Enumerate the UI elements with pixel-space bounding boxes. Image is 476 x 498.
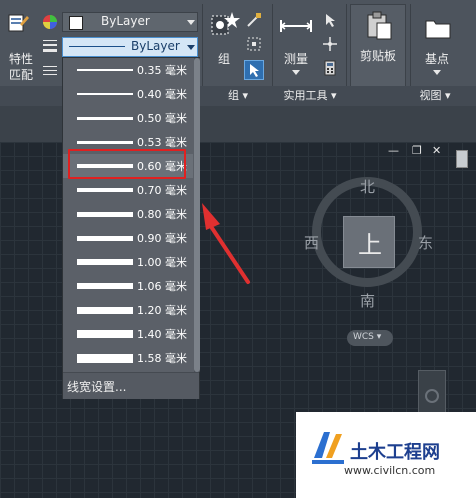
compass-south[interactable]: 南 (360, 290, 375, 311)
group-button[interactable]: 组 (206, 8, 242, 68)
lineweight-option[interactable]: 0.90 毫米 (63, 226, 193, 250)
watermark-url: www.civilcn.com (344, 464, 436, 477)
compass-north[interactable]: 北 (360, 176, 375, 197)
restore-button[interactable]: ❐ (412, 144, 422, 157)
folder-icon (424, 16, 452, 40)
point-icon[interactable] (322, 36, 338, 52)
highlight-box (68, 149, 186, 179)
lineweight-option-label: 0.35 毫米 (137, 64, 187, 77)
measure-button[interactable]: 测量 (276, 8, 316, 78)
group-select-icon[interactable] (244, 60, 264, 80)
group-panel-label[interactable]: 组 ▾ (206, 86, 270, 106)
base-point-button[interactable]: 基点 (414, 8, 460, 78)
lineweight-option[interactable]: 0.40 毫米 (63, 82, 193, 106)
lineweight-option-label: 0.90 毫米 (137, 232, 187, 245)
wcs-menu[interactable]: WCS ▾ (347, 330, 393, 346)
view-panel-label[interactable]: 视图 ▾ (410, 86, 460, 106)
lineweight-sample (77, 93, 133, 95)
lineweight-icon[interactable] (42, 38, 58, 54)
lineweight-option[interactable]: 1.20 毫米 (63, 298, 193, 322)
clipboard-icon (365, 11, 393, 41)
ungroup-icon[interactable] (246, 12, 262, 28)
lineweight-sample (77, 354, 133, 363)
lineweight-sample (77, 117, 133, 120)
lineweight-option[interactable]: 1.40 毫米 (63, 322, 193, 346)
lineweight-option[interactable]: 1.58 毫米 (63, 346, 193, 370)
watermark: 土木工程网 www.civilcn.com (296, 412, 476, 498)
lineweight-option[interactable]: 0.50 毫米 (63, 106, 193, 130)
lineweight-option[interactable]: 1.06 毫米 (63, 274, 193, 298)
lineweight-option-label: 0.50 毫米 (137, 112, 187, 125)
lineweight-option[interactable]: 0.70 毫米 (63, 178, 193, 202)
steering-wheel-icon (425, 389, 439, 403)
color-swatch (69, 16, 83, 30)
lineweight-option[interactable]: 0.80 毫米 (63, 202, 193, 226)
viewcube-face-label: 上 (358, 231, 382, 259)
lineweight-value: ByLayer (131, 39, 180, 53)
match-properties-label-2: 匹配 (8, 68, 33, 82)
viewport-controls: — ❐ ✕ (388, 144, 454, 158)
wcs-label: WCS ▾ (353, 332, 382, 342)
lineweight-sample (77, 212, 133, 217)
lineweight-option-label: 0.80 毫米 (137, 208, 187, 221)
linetype-icon[interactable] (42, 62, 58, 78)
ruler-icon (279, 16, 313, 36)
close-button[interactable]: ✕ (432, 144, 441, 157)
lineweight-dropdown[interactable]: ByLayer (62, 37, 198, 57)
lineweight-settings-item[interactable]: 线宽设置... (63, 372, 199, 399)
match-properties-label-1: 特性 (8, 52, 33, 66)
chevron-down-icon (292, 70, 300, 75)
lineweight-sample (77, 307, 133, 314)
viewcube[interactable]: 上 (343, 216, 395, 268)
color-value: ByLayer (101, 14, 150, 28)
watermark-logo (310, 428, 346, 468)
match-properties-icon (8, 12, 30, 34)
lineweight-option-label: 1.58 毫米 (137, 352, 187, 365)
quick-select-icon[interactable] (322, 12, 338, 28)
lineweight-option[interactable]: 0.35 毫米 (63, 58, 193, 82)
lineweight-option-label: 0.40 毫米 (137, 88, 187, 101)
chevron-down-icon (187, 20, 195, 25)
group-edit-icon[interactable] (246, 36, 262, 52)
lineweight-option-label: 1.00 毫米 (137, 256, 187, 269)
lineweight-option-label: 1.20 毫米 (137, 304, 187, 317)
lineweight-option[interactable]: 1.00 毫米 (63, 250, 193, 274)
group-icon (210, 10, 240, 40)
base-point-label: 基点 (424, 52, 449, 66)
match-properties-button[interactable]: 特性 匹配 (4, 8, 38, 82)
chevron-down-icon (433, 70, 441, 75)
compass-east[interactable]: 东 (418, 232, 433, 253)
watermark-title: 土木工程网 (350, 442, 440, 463)
lineweight-option-label: 0.53 毫米 (137, 136, 187, 149)
lineweight-settings-label: 线宽设置... (67, 380, 127, 394)
lineweight-dropdown-list: 0.35 毫米 0.40 毫米 0.50 毫米 0.53 毫米 0.60 毫米 0.70 … (62, 57, 200, 399)
minimize-button[interactable]: — (388, 144, 399, 157)
navigation-bar[interactable] (418, 370, 446, 416)
lineweight-option-label: 1.40 毫米 (137, 328, 187, 341)
lineweight-sample (77, 259, 133, 265)
lineweight-option-label: 1.06 毫米 (137, 280, 187, 293)
canvas-scrollbar[interactable] (456, 150, 468, 168)
clipboard-label: 剪贴板 (359, 49, 396, 63)
lineweight-sample (77, 330, 133, 338)
lineweight-sample (77, 188, 133, 192)
compass-west[interactable]: 西 (304, 232, 319, 253)
lineweight-sample (77, 141, 133, 144)
lineweight-preview (69, 46, 125, 47)
lineweight-sample (77, 69, 133, 71)
lineweight-sample (77, 236, 133, 241)
calculator-icon[interactable] (322, 60, 338, 76)
lineweight-option-label: 0.70 毫米 (137, 184, 187, 197)
measure-label: 测量 (283, 52, 308, 66)
lineweight-options: 0.35 毫米 0.40 毫米 0.50 毫米 0.53 毫米 0.60 毫米 0.70 … (63, 58, 193, 372)
lineweight-sample (77, 283, 133, 289)
chevron-down-icon (187, 45, 195, 50)
group-label: 组 (217, 52, 230, 66)
dropdown-scrollbar-thumb[interactable] (194, 58, 200, 372)
color-dropdown[interactable]: ByLayer (62, 12, 198, 32)
utilities-panel-label[interactable]: 实用工具 ▾ (274, 86, 346, 106)
color-wheel-icon[interactable] (42, 14, 58, 30)
